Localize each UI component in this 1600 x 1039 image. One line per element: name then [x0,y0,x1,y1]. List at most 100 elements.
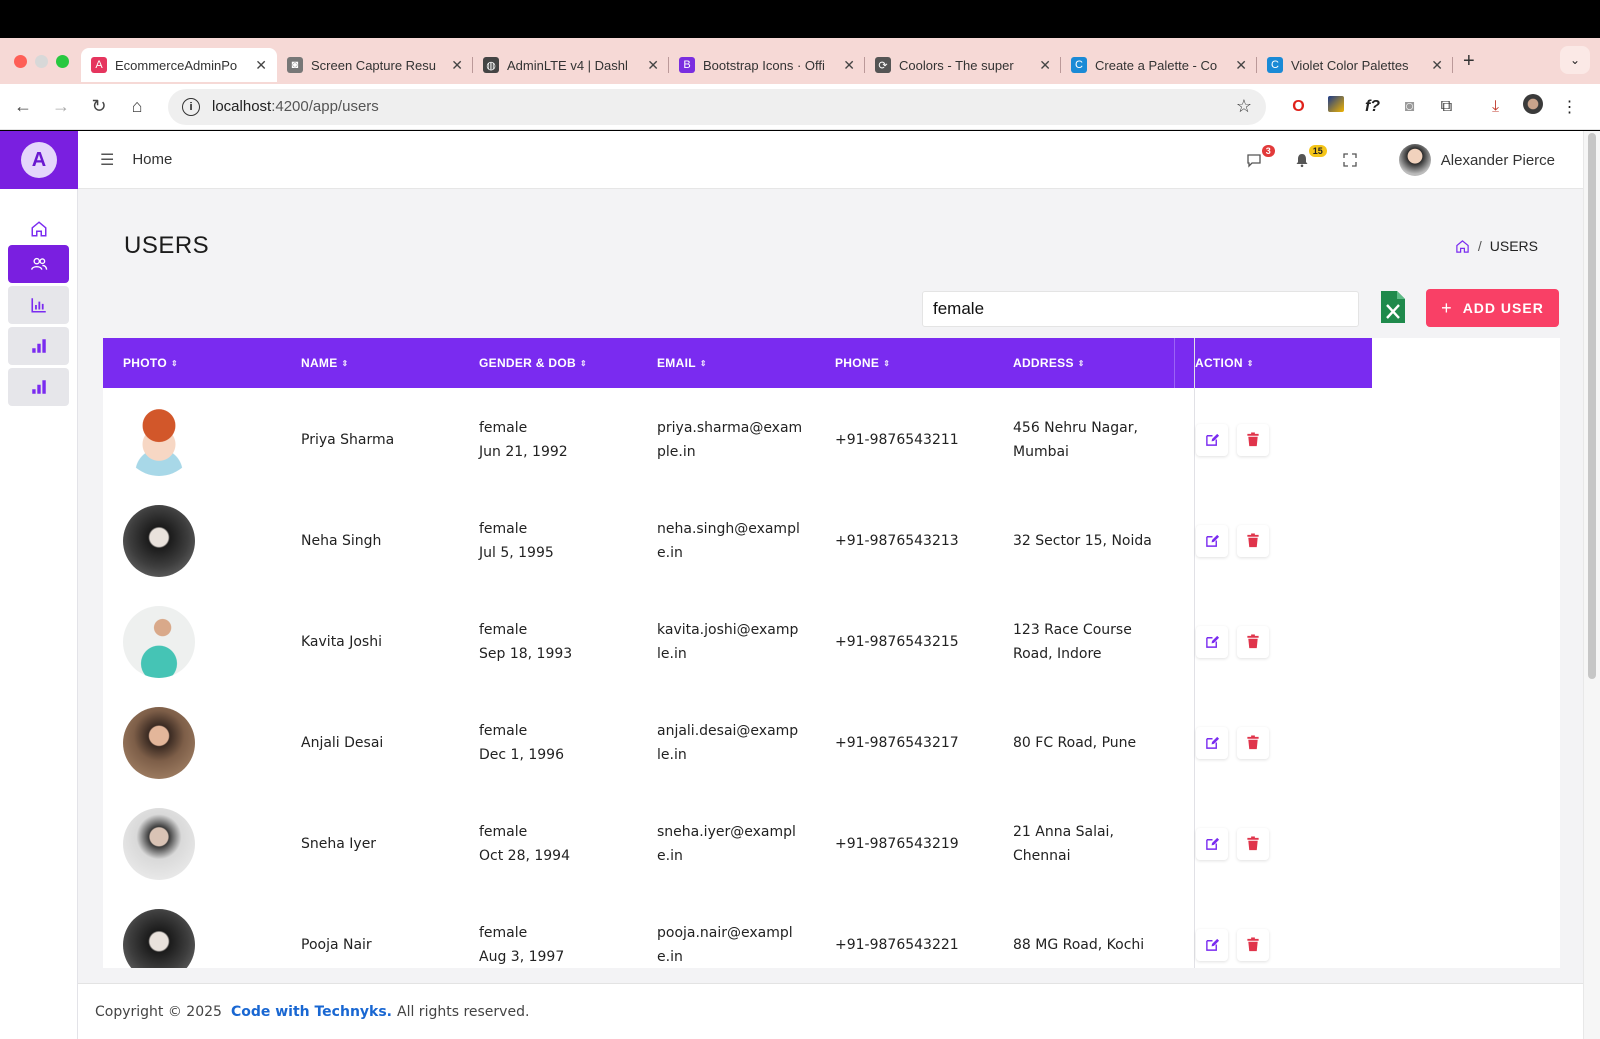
column-header-label: PHOTO [123,356,167,370]
sidebar-item-home[interactable] [8,210,69,248]
phone-cell: +91-9876543215 [815,630,993,654]
user-dob: Oct 28, 1994 [479,847,570,864]
browser-tab[interactable]: B Bootstrap Icons · Offi ✕ [669,48,865,82]
name-cell: Sneha Iyer [281,832,459,856]
download-icon[interactable]: ⤓ [1477,98,1514,116]
minimize-window-button[interactable] [35,54,48,68]
user-name: Kavita Joshi [301,633,382,650]
notifications-button[interactable]: 15 [1289,145,1327,173]
back-button[interactable]: ← [4,96,42,117]
sidebar-item-analytics[interactable] [8,286,69,324]
user-address-wrap: Mumbai [1013,443,1069,460]
user-address: 456 Nehru Nagar, [1013,419,1138,436]
edit-user-button[interactable] [1196,423,1228,456]
user-menu[interactable]: Alexander Pierce [1398,144,1555,176]
breadcrumb: / USERS [1455,238,1538,254]
edit-user-button[interactable] [1196,726,1228,759]
sidebar-item-reports[interactable] [8,327,69,365]
email-cell: neha.singh@exampl e.in [637,517,815,565]
home-icon[interactable] [1455,239,1470,254]
reload-button[interactable]: ↻ [80,96,118,117]
messages-button[interactable]: 3 [1241,145,1275,173]
email-cell: priya.sharma@exam ple.in [637,416,815,464]
site-info-icon[interactable]: i [182,97,200,116]
maximize-window-button[interactable] [56,54,69,68]
delete-user-button[interactable] [1237,524,1269,557]
puzzle-extensions-icon[interactable]: ⧉ [1428,98,1465,116]
sidebar-item-stats[interactable] [8,368,69,406]
brand-logo-icon: A [21,142,57,178]
fullscreen-icon [1343,153,1357,167]
excel-export-icon[interactable] [1379,290,1406,324]
footer-brand-link[interactable]: Code with Technyks. [231,1004,392,1020]
messages-badge: 3 [1261,145,1275,157]
breadcrumb-separator: / [1477,238,1482,254]
browser-tab[interactable]: ◍ AdminLTE v4 | Dashl ✕ [473,48,669,82]
fullscreen-button[interactable] [1337,147,1363,173]
tab-title: Violet Color Palettes [1291,57,1409,73]
palette-extension-icon[interactable] [1317,96,1354,117]
delete-user-button[interactable] [1237,928,1269,961]
bookmark-star-icon[interactable]: ☆ [1236,96,1252,117]
browser-menu-icon[interactable]: ⋮ [1551,97,1588,117]
column-header[interactable]: GENDER & DOB ⇕ [459,338,637,388]
tab-close-icon[interactable]: ✕ [451,57,463,74]
profile-avatar[interactable] [1514,94,1551,119]
tab-close-icon[interactable]: ✕ [843,57,855,74]
forward-button[interactable]: → [42,96,80,117]
column-header[interactable]: NAME ⇕ [281,338,459,388]
delete-user-button[interactable] [1237,726,1269,759]
column-header[interactable]: ADDRESS ⇕ [993,338,1174,388]
opera-extension-icon[interactable]: O [1280,98,1317,116]
scrollbar-thumb[interactable] [1588,133,1596,679]
sidebar-item-users[interactable] [8,245,69,283]
browser-tab[interactable]: ◙ Screen Capture Resu ✕ [277,48,473,82]
user-gender: female [479,823,528,840]
new-tab-button[interactable]: + [1463,50,1475,73]
menu-toggle-icon[interactable]: ☰ [100,150,114,170]
browser-tab[interactable]: C Violet Color Palettes ✕ [1257,48,1453,82]
edit-user-button[interactable] [1196,827,1228,860]
bar-chart-steps-icon [31,380,46,394]
edit-user-button[interactable] [1196,928,1228,961]
tab-close-icon[interactable]: ✕ [1235,57,1247,74]
address-bar[interactable]: i localhost:4200/app/users ☆ [168,88,1266,125]
sort-icon: ⇕ [170,358,178,368]
add-user-button[interactable]: + ADD USER [1426,289,1559,327]
font-extension-icon[interactable]: f? [1354,98,1391,116]
browser-tab[interactable]: ⟳ Coolors - The super ✕ [865,48,1061,82]
close-window-button[interactable] [14,54,27,68]
delete-user-button[interactable] [1237,827,1269,860]
brand-logo[interactable]: A [0,131,78,189]
column-header[interactable]: PHONE ⇕ [815,338,993,388]
delete-user-button[interactable] [1237,423,1269,456]
page-scrollbar[interactable] [1583,131,1600,1039]
home-link[interactable]: Home [132,151,172,168]
home-button[interactable]: ⌂ [118,96,156,117]
edit-user-button[interactable] [1196,524,1228,557]
browser-tab[interactable]: A EcommerceAdminPo ✕ [81,48,277,82]
column-header[interactable]: ACTION ⇕ [1174,338,1352,388]
delete-user-button[interactable] [1237,625,1269,658]
column-header[interactable]: EMAIL ⇕ [637,338,815,388]
tab-close-icon[interactable]: ✕ [1039,57,1051,74]
camera-extension-icon[interactable]: ◙ [1391,98,1428,116]
user-email-wrap: ple.in [657,443,696,460]
browser-tab[interactable]: C Create a Palette - Co ✕ [1061,48,1257,82]
tab-search-button[interactable]: ⌄ [1560,46,1590,74]
window-controls [0,54,81,68]
edit-user-button[interactable] [1196,625,1228,658]
tab-list: A EcommerceAdminPo ✕ ◙ Screen Capture Resu ✕ ◍… [81,40,1453,82]
tab-close-icon[interactable]: ✕ [647,57,659,74]
phone-cell: +91-9876543211 [815,428,993,452]
tab-close-icon[interactable]: ✕ [255,57,267,74]
search-input[interactable] [922,291,1359,327]
user-email-wrap: le.in [657,746,687,763]
column-header[interactable]: PHOTO ⇕ [103,338,281,388]
bar-chart-icon [30,298,46,313]
user-phone: +91-9876543219 [835,835,959,852]
user-gender: female [479,621,528,638]
user-phone: +91-9876543215 [835,633,959,650]
user-avatar [1398,144,1431,176]
tab-close-icon[interactable]: ✕ [1431,57,1443,74]
